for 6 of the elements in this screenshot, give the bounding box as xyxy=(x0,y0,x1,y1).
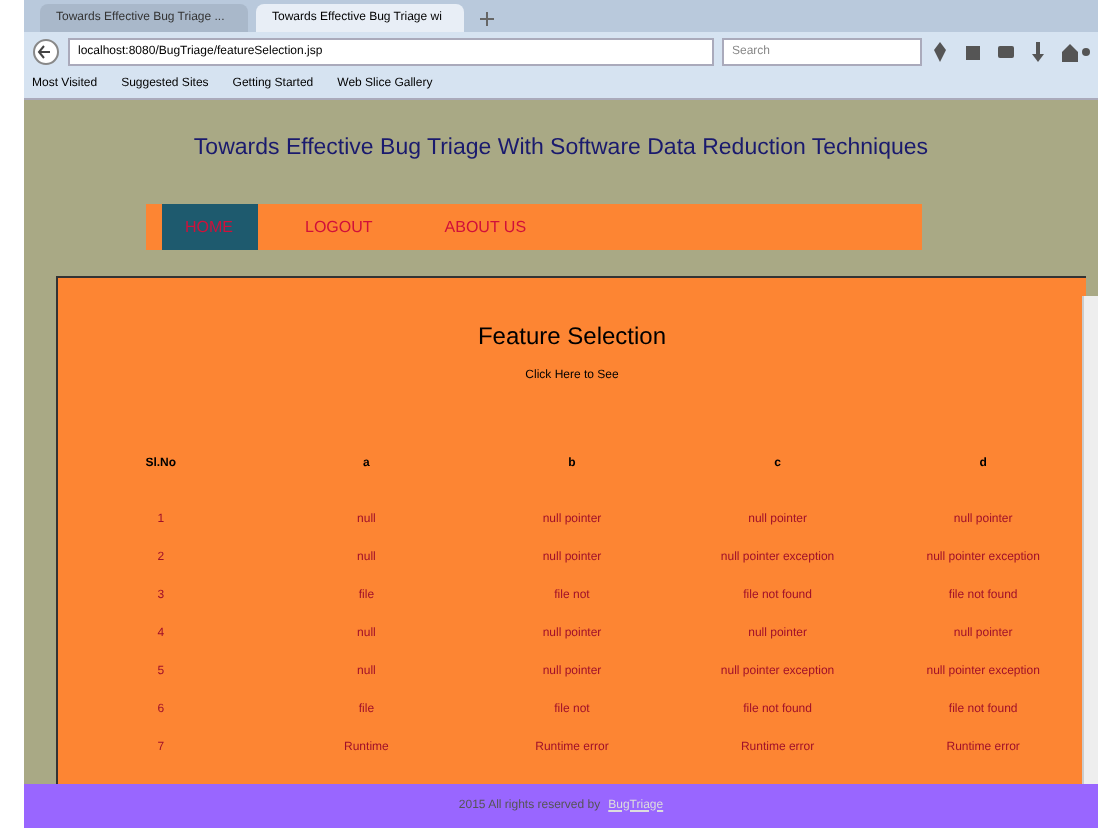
panel-heading: Feature Selection xyxy=(477,320,667,355)
toolbar-icons-drawing[interactable] xyxy=(930,42,1090,62)
site-title: Towards Effective Bug Triage With Software Data Reduction Techniques xyxy=(193,134,929,164)
scrollbar[interactable] xyxy=(1082,296,1098,784)
new-tab-icon[interactable] xyxy=(480,12,494,26)
back-icon[interactable] xyxy=(32,38,60,66)
